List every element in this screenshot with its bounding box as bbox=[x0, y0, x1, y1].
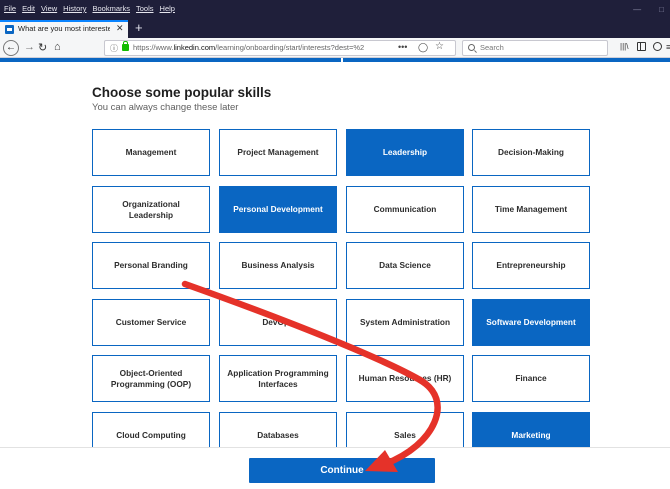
skill-tile-human-resources-hr[interactable]: Human Resources (HR) bbox=[346, 355, 464, 402]
url-prefix: https://www. bbox=[133, 43, 174, 52]
menu-bar: File Edit View History Bookmarks Tools H… bbox=[0, 0, 670, 20]
linkedin-favicon-icon bbox=[5, 25, 14, 34]
back-icon[interactable]: ← bbox=[3, 40, 19, 56]
skill-tile-marketing[interactable]: Marketing bbox=[472, 412, 590, 449]
page-actions-icon[interactable]: ••• bbox=[398, 42, 407, 52]
skill-tile-organizational-leadership[interactable]: Organizational Leadership bbox=[92, 186, 210, 233]
skill-tile-object-oriented-programming-oop[interactable]: Object-Oriented Programming (OOP) bbox=[92, 355, 210, 402]
reload-icon[interactable]: ↻ bbox=[38, 41, 47, 54]
url-text[interactable]: https://www.linkedin.com/learning/onboar… bbox=[133, 43, 373, 52]
skill-tile-finance[interactable]: Finance bbox=[472, 355, 590, 402]
search-icon bbox=[468, 44, 475, 51]
skill-tile-personal-branding[interactable]: Personal Branding bbox=[92, 242, 210, 289]
lock-icon bbox=[122, 41, 129, 51]
skill-tile-application-programming-interfaces[interactable]: Application Programming Interfaces bbox=[219, 355, 337, 402]
page-subtitle: You can always change these later bbox=[92, 102, 239, 113]
account-icon[interactable] bbox=[653, 42, 662, 51]
home-icon[interactable]: ⌂ bbox=[54, 41, 61, 53]
tab-bar: What are you most interested i ✕ + bbox=[0, 20, 670, 38]
bookmark-star-icon[interactable]: ☆ bbox=[435, 41, 444, 52]
url-domain: linkedin.com bbox=[173, 43, 216, 52]
skill-tile-entrepreneurship[interactable]: Entrepreneurship bbox=[472, 242, 590, 289]
skill-tile-data-science[interactable]: Data Science bbox=[346, 242, 464, 289]
window-controls: — □ bbox=[633, 5, 664, 14]
skills-grid: Management Project Management Leadership De… bbox=[92, 129, 592, 449]
menu-view[interactable]: View bbox=[41, 4, 57, 13]
tab-title: What are you most interested i bbox=[18, 24, 110, 33]
progress-step-divider bbox=[341, 58, 343, 62]
address-bar[interactable]: ⓘ https://www.linkedin.com/learning/onbo… bbox=[104, 40, 456, 56]
menu-tools[interactable]: Tools bbox=[136, 4, 154, 13]
skill-tile-leadership[interactable]: Leadership bbox=[346, 129, 464, 176]
menu-items: File Edit View History Bookmarks Tools H… bbox=[4, 4, 175, 13]
skill-tile-software-development[interactable]: Software Development bbox=[472, 299, 590, 346]
menu-history[interactable]: History bbox=[63, 4, 86, 13]
forward-icon[interactable]: → bbox=[24, 41, 35, 53]
continue-button[interactable]: Continue bbox=[249, 458, 435, 483]
navigation-bar: ← → ↻ ⌂ ⓘ https://www.linkedin.com/learn… bbox=[0, 38, 670, 58]
new-tab-icon[interactable]: + bbox=[135, 20, 143, 36]
skill-tile-cloud-computing[interactable]: Cloud Computing bbox=[92, 412, 210, 449]
skill-tile-personal-development[interactable]: Personal Development bbox=[219, 186, 337, 233]
skill-tile-management[interactable]: Management bbox=[92, 129, 210, 176]
skill-tile-business-analysis[interactable]: Business Analysis bbox=[219, 242, 337, 289]
tab-active[interactable]: What are you most interested i ✕ bbox=[0, 20, 128, 38]
skill-tile-devops[interactable]: DevOps bbox=[219, 299, 337, 346]
minimize-icon[interactable]: — bbox=[633, 5, 641, 14]
menu-help[interactable]: Help bbox=[160, 4, 175, 13]
skill-tile-communication[interactable]: Communication bbox=[346, 186, 464, 233]
hamburger-menu-icon[interactable]: ≡ bbox=[666, 42, 670, 52]
skill-tile-time-management[interactable]: Time Management bbox=[472, 186, 590, 233]
search-placeholder: Search bbox=[480, 43, 504, 52]
close-tab-icon[interactable]: ✕ bbox=[116, 23, 124, 34]
menu-bookmarks[interactable]: Bookmarks bbox=[93, 4, 131, 13]
skill-tile-sales[interactable]: Sales bbox=[346, 412, 464, 449]
page-title: Choose some popular skills bbox=[92, 85, 272, 100]
footer-bar: Continue bbox=[0, 447, 670, 489]
info-icon[interactable]: ⓘ bbox=[110, 43, 118, 54]
sidebar-icon[interactable] bbox=[637, 42, 646, 51]
skill-tile-project-management[interactable]: Project Management bbox=[219, 129, 337, 176]
skill-tile-decision-making[interactable]: Decision-Making bbox=[472, 129, 590, 176]
library-icon[interactable]: |||\ bbox=[620, 42, 628, 51]
menu-edit[interactable]: Edit bbox=[22, 4, 35, 13]
onboarding-progress-bar bbox=[0, 58, 670, 62]
maximize-icon[interactable]: □ bbox=[659, 5, 664, 14]
skill-tile-databases[interactable]: Databases bbox=[219, 412, 337, 449]
skill-tile-customer-service[interactable]: Customer Service bbox=[92, 299, 210, 346]
url-path: /learning/onboarding/start/interests?des… bbox=[215, 43, 365, 52]
skill-tile-system-administration[interactable]: System Administration bbox=[346, 299, 464, 346]
menu-file[interactable]: File bbox=[4, 4, 16, 13]
search-bar[interactable]: Search bbox=[462, 40, 608, 56]
pocket-icon[interactable]: ◯ bbox=[418, 42, 428, 53]
